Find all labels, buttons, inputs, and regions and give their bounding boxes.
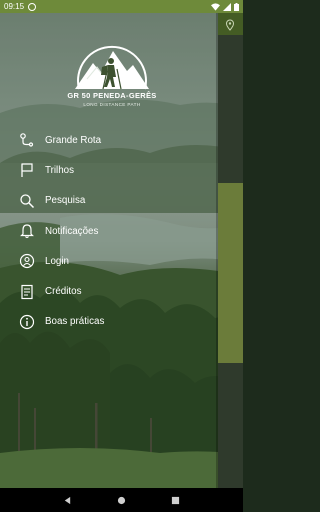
search-icon (19, 193, 35, 209)
menu-item-trilhos[interactable]: Trilhos (0, 155, 218, 185)
menu-item-label: Notificações (45, 225, 99, 237)
menu-item-login[interactable]: Login (0, 246, 218, 276)
menu-item-notificacoes[interactable]: Notificações (0, 216, 218, 246)
menu-item-label: Créditos (45, 286, 82, 298)
gr50-logo-icon (75, 45, 149, 90)
menu-item-boas-praticas[interactable]: Boas práticas (0, 307, 218, 337)
menu-item-label: Boas práticas (45, 316, 105, 328)
menu-item-label: Login (45, 255, 69, 267)
user-circle-icon (19, 253, 35, 269)
app-notification-icon (28, 2, 37, 11)
route-icon (19, 132, 35, 148)
home-icon[interactable] (117, 496, 126, 505)
menu-item-creditos[interactable]: Créditos (0, 276, 218, 306)
menu-item-label: Pesquisa (45, 195, 86, 207)
logo-subtitle: LONG DISTANCE PATH (83, 102, 141, 107)
status-time: 09:15 (4, 2, 25, 11)
info-icon (19, 314, 35, 330)
signal-icon (223, 2, 231, 11)
system-navigation-bar (0, 488, 243, 512)
menu-item-pesquisa[interactable]: Pesquisa (0, 186, 218, 216)
back-icon[interactable] (63, 496, 72, 505)
bell-icon (19, 223, 35, 239)
menu-item-label: Grande Rota (45, 134, 102, 146)
menu-item-label: Trilhos (45, 164, 75, 176)
status-bar: 09:15 (0, 0, 243, 13)
map-pin-icon (225, 19, 235, 31)
menu-item-grande-rota[interactable]: Grande Rota (0, 125, 218, 155)
status-icons (211, 2, 239, 11)
battery-icon (234, 2, 239, 11)
document-icon (19, 284, 35, 300)
main-content-peek[interactable] (218, 13, 243, 488)
wifi-icon (211, 2, 220, 11)
recents-icon[interactable] (171, 496, 180, 505)
navigation-drawer: GR 50 PENEDA-GERÊS LONG DISTANCE PATH Gr… (0, 13, 218, 488)
flag-icon (19, 162, 35, 178)
logo-title: GR 50 PENEDA-GERÊS (67, 91, 157, 100)
drawer-menu: Grande Rota Trilhos Pesquisa Notificaçõe… (0, 125, 218, 337)
